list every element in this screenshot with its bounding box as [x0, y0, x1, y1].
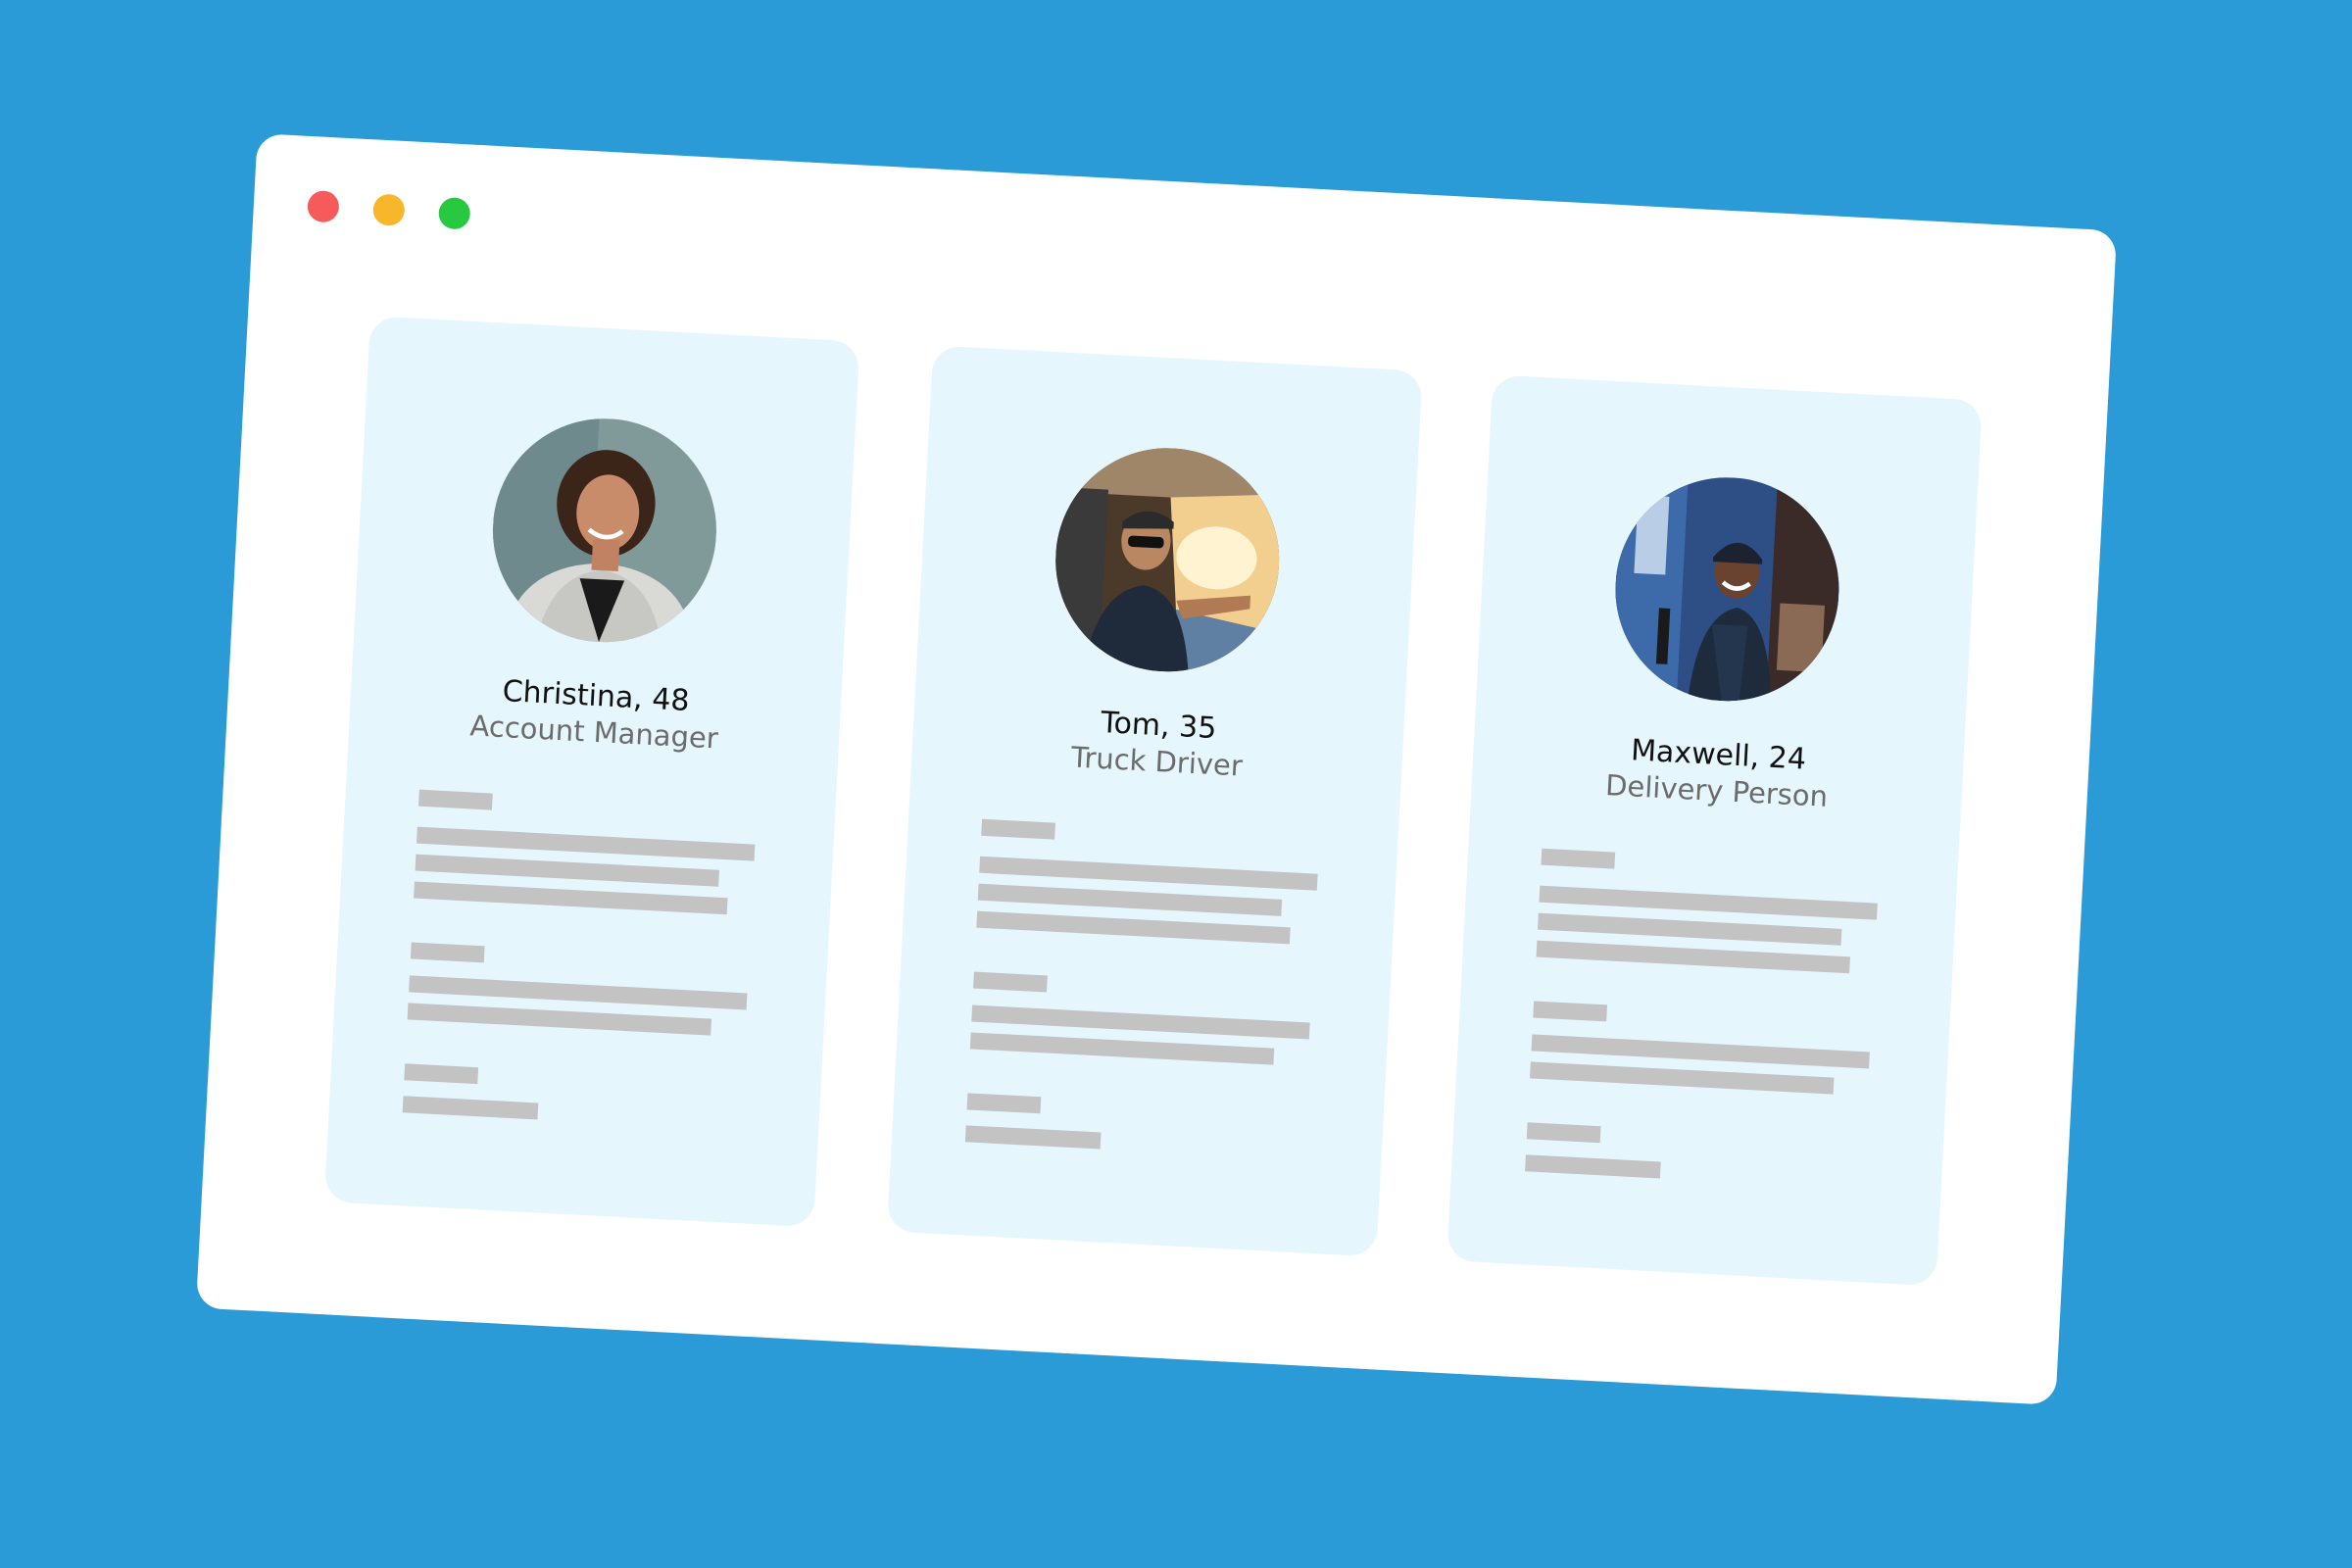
placeholder-line: [1530, 1061, 1835, 1095]
avatar: [487, 413, 722, 649]
persona-card-maxwell[interactable]: Maxwell, 24 Delivery Person: [1446, 374, 1983, 1287]
placeholder-line: [977, 883, 1283, 916]
placeholder-line: [1536, 940, 1850, 974]
placeholder-line: [964, 1125, 1102, 1150]
placeholder-heading: [1533, 1001, 1608, 1022]
placeholder-heading: [973, 971, 1048, 993]
woman-portrait-photo: [487, 413, 722, 649]
placeholder-heading: [410, 942, 485, 963]
placeholder-line: [402, 1096, 539, 1120]
maximize-window-button[interactable]: [437, 196, 471, 230]
minimize-window-button[interactable]: [371, 193, 406, 227]
placeholder-heading: [1526, 1122, 1601, 1144]
desktop-background: Christina, 48 Account Manager Tom, 35 Tr…: [0, 0, 2352, 1568]
persona-card-christina[interactable]: Christina, 48 Account Manager: [323, 316, 860, 1228]
truck-driver-photo: [1050, 442, 1286, 678]
close-window-button[interactable]: [307, 189, 340, 223]
avatar: [1050, 442, 1286, 678]
placeholder-heading: [966, 1093, 1042, 1114]
placeholder-heading: [417, 789, 493, 810]
placeholder-line: [969, 1032, 1275, 1065]
window-controls: [307, 189, 471, 230]
placeholder-line: [414, 881, 728, 915]
placeholder-heading: [1541, 848, 1616, 869]
persona-card-tom[interactable]: Tom, 35 Truck Driver: [886, 345, 1423, 1257]
delivery-person-photo: [1609, 471, 1845, 708]
placeholder-line: [415, 854, 720, 887]
placeholder-heading: [981, 818, 1055, 840]
placeholder-line: [1537, 912, 1842, 946]
browser-window: Christina, 48 Account Manager Tom, 35 Tr…: [195, 133, 2118, 1405]
placeholder-line: [976, 910, 1291, 945]
avatar: [1609, 471, 1845, 708]
placeholder-line: [1525, 1154, 1661, 1179]
placeholder-heading: [404, 1063, 479, 1085]
placeholder-line: [407, 1003, 712, 1036]
